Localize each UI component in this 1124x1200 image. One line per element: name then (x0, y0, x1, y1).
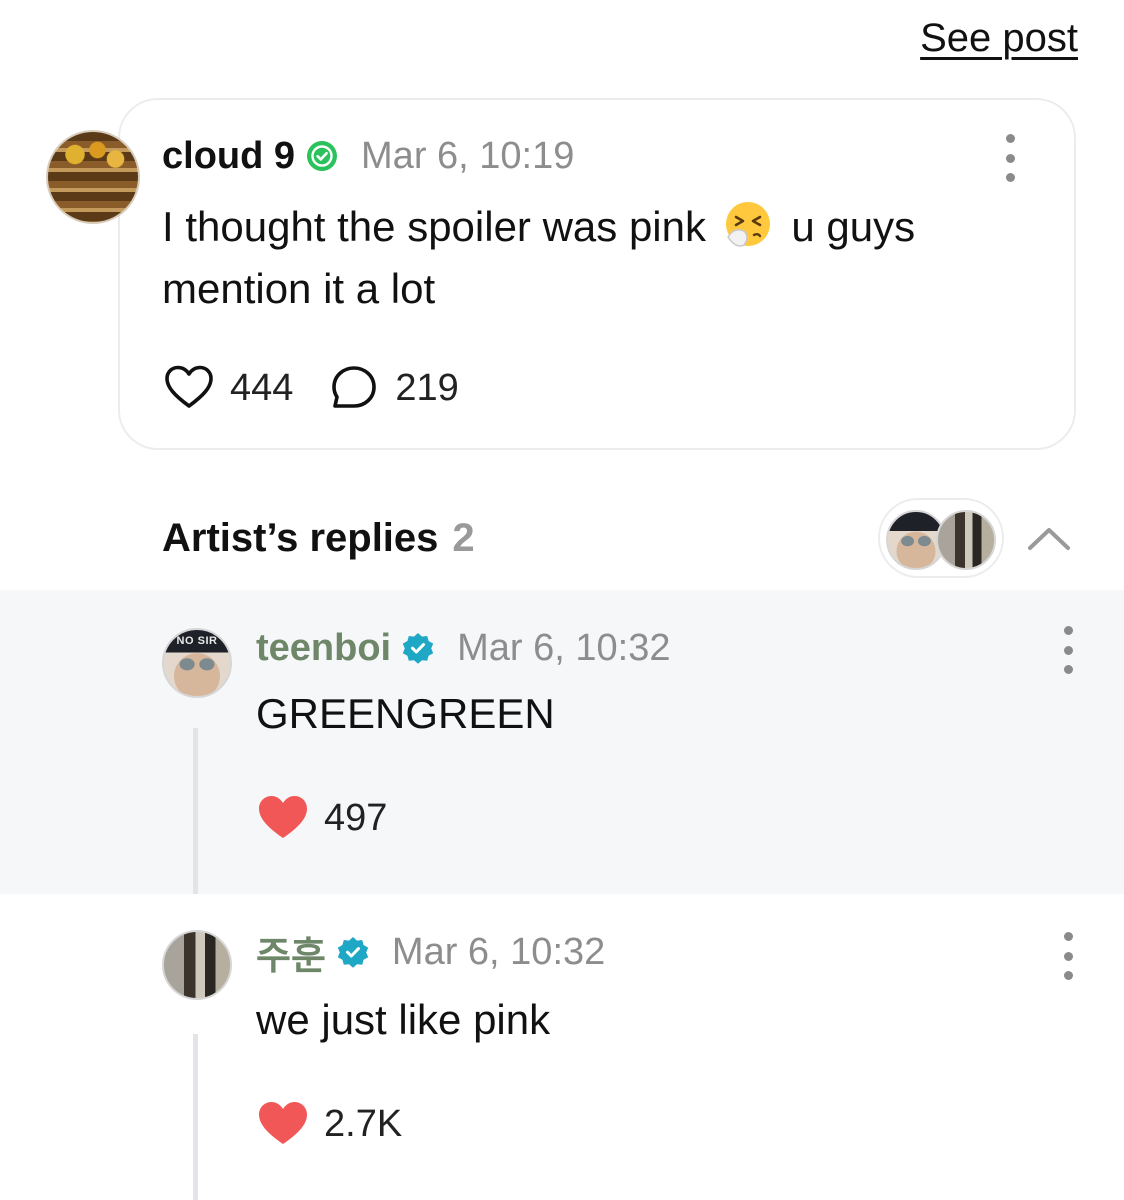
more-vertical-icon[interactable] (1000, 134, 1020, 182)
verified-badge-icon (337, 937, 369, 968)
more-vertical-icon[interactable] (1058, 626, 1078, 674)
avatar[interactable] (162, 930, 232, 1000)
heart-filled-icon[interactable] (256, 791, 310, 845)
reply-username[interactable]: teenboi (256, 627, 391, 670)
post-username[interactable]: cloud 9 (162, 135, 295, 178)
heart-filled-icon[interactable] (256, 1097, 310, 1151)
reply-text: GREENGREEN (256, 690, 555, 737)
sneezing-face-emoji (725, 202, 770, 247)
artist-replies-title: Artist’s replies (162, 515, 439, 560)
post-text-before: I thought the spoiler was pink (162, 203, 706, 250)
reply-like-row: 497 (256, 790, 387, 846)
reply-header: teenboi Mar 6, 10:32 (256, 624, 670, 672)
like-count: 444 (230, 366, 294, 409)
reply-text: we just like pink (256, 996, 551, 1043)
verified-badge-icon (307, 141, 338, 171)
reply-timestamp: Mar 6, 10:32 (457, 626, 671, 669)
reply-like-row: 2.7K (256, 1096, 402, 1152)
heart-outline-icon[interactable] (162, 361, 216, 415)
reply-like-count: 2.7K (324, 1102, 403, 1145)
thread-line (193, 1034, 198, 1200)
post-body: I thought the spoiler was pink u guys me… (162, 196, 982, 320)
reply-like-count: 497 (324, 796, 388, 839)
post-stats: 444 219 (162, 360, 459, 416)
chevron-up-icon[interactable] (1024, 514, 1074, 564)
comment-count: 219 (395, 366, 459, 409)
reply-header: 주훈 Mar 6, 10:32 (256, 928, 606, 978)
avatar[interactable] (46, 130, 140, 224)
thread-line (193, 728, 198, 894)
artist-replies-header: Artist’s replies 2 (162, 510, 475, 566)
reply-username[interactable]: 주훈 (256, 925, 326, 980)
artist-replies-count: 2 (452, 515, 475, 560)
reply-timestamp: Mar 6, 10:32 (391, 930, 606, 973)
avatar (936, 510, 996, 570)
avatar-cap-text: NO SIR (176, 635, 218, 648)
see-post-link[interactable]: See post (920, 16, 1078, 61)
post-timestamp: Mar 6, 10:19 (361, 134, 575, 177)
comment-detail-screen: See post cloud 9 Mar 6, 10:19 I thought … (0, 0, 1124, 1200)
more-vertical-icon[interactable] (1058, 932, 1078, 980)
post-header: cloud 9 Mar 6, 10:19 (162, 132, 574, 180)
speech-bubble-icon[interactable] (327, 361, 381, 415)
verified-badge-icon (402, 633, 434, 664)
avatar[interactable]: NO SIR (162, 628, 232, 698)
artist-avatar-stack[interactable] (878, 498, 1004, 578)
